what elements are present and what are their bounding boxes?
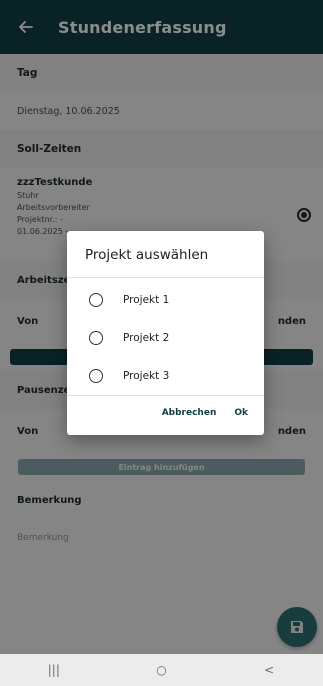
option-label: Projekt 3 [123,370,170,382]
back-icon: < [264,663,275,677]
project-option-2[interactable]: Projekt 2 [67,319,264,357]
home-button[interactable]: ○ [131,656,191,684]
radio-unchecked-icon[interactable] [89,293,103,307]
cancel-button[interactable]: Abbrechen [162,408,217,418]
option-label: Projekt 1 [123,294,170,306]
radio-unchecked-icon[interactable] [89,369,103,383]
system-nav-bar: ||| ○ < [0,654,323,686]
system-back-button[interactable]: < [239,656,299,684]
ok-button[interactable]: Ok [234,408,248,418]
project-select-dialog: Projekt auswählen Projekt 1 Projekt 2 Pr… [67,231,264,435]
home-icon: ○ [156,663,167,677]
divider [67,395,264,396]
project-option-3[interactable]: Projekt 3 [67,357,264,395]
radio-unchecked-icon[interactable] [89,331,103,345]
recents-button[interactable]: ||| [24,656,84,684]
dialog-title: Projekt auswählen [85,247,209,263]
dialog-actions: Abbrechen Ok [67,399,264,427]
divider [67,277,264,278]
recents-icon: ||| [47,663,60,677]
project-option-1[interactable]: Projekt 1 [67,281,264,319]
project-options: Projekt 1 Projekt 2 Projekt 3 [67,281,264,395]
option-label: Projekt 2 [123,332,170,344]
